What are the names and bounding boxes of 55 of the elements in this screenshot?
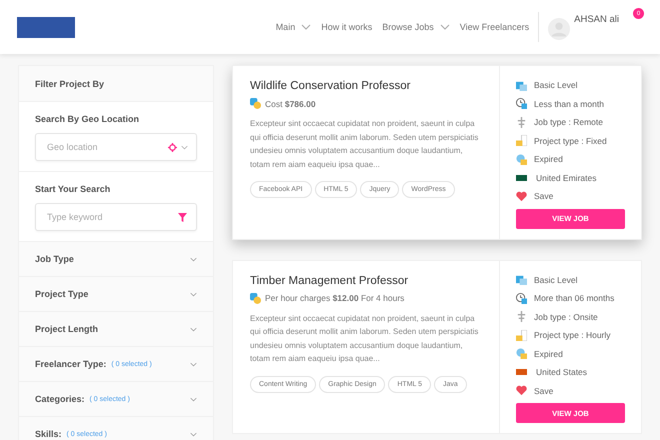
job-detail: Project type : Hourly (534, 330, 611, 340)
job-detail: Basic Level (534, 274, 578, 285)
job-detail: Less than a month (534, 98, 604, 109)
clock-icon (516, 292, 527, 304)
clock-icon (516, 154, 527, 165)
chevron-down-icon (190, 326, 197, 332)
chevron-down-icon (181, 145, 188, 150)
filter-icon (178, 213, 187, 222)
coins-icon (250, 98, 261, 109)
job-description: Excepteur sint occaecat cupidatat non proident, saeunt in culpa qui officia deserunt mollit anim laborum. Seden utem perspiciatis undesieu omnis voluptatem accusantium doque laudantium, totam rem aiam eaqueiu ipsa quae... (250, 312, 480, 365)
filter-row[interactable]: Project Length (19, 312, 213, 347)
nav-link[interactable]: View Freelancers (460, 22, 530, 32)
heart-icon (516, 190, 527, 202)
save-link[interactable]: Save (534, 386, 554, 396)
nav-link[interactable]: Main (276, 22, 312, 32)
job-detail: More than 06 months (534, 293, 614, 304)
heart-icon (516, 385, 527, 396)
section-label: Search By Geo Location (35, 114, 140, 124)
chevron-down-icon (190, 256, 197, 262)
panel-title: Filter Project By (19, 66, 213, 102)
briefcase-icon (516, 274, 527, 286)
job-title[interactable]: Timber Management Professor (250, 274, 482, 286)
job-detail: United Emirates (536, 172, 596, 183)
job-detail: Expired (534, 154, 563, 164)
job-detail: Expired (534, 348, 563, 359)
filter-row[interactable]: Job Type (19, 242, 213, 277)
nav-link[interactable]: How it works (321, 22, 372, 32)
logo[interactable] (17, 16, 75, 38)
user-name[interactable]: AHSAN ali (574, 14, 619, 25)
folder-icon (516, 135, 527, 146)
job-detail: Project type : Fixed (534, 136, 607, 146)
clock-icon (516, 98, 527, 110)
job-detail: Basic Level (534, 80, 578, 90)
folder-icon (516, 330, 527, 341)
save-link[interactable]: Save (534, 191, 554, 202)
nav-link[interactable]: Browse Jobs (382, 22, 450, 32)
job-price: Cost $786.00 (265, 98, 316, 108)
chevron-down-icon (190, 292, 197, 296)
briefcase-icon (516, 80, 527, 91)
chevron-down-icon (190, 396, 197, 402)
coins-icon (250, 292, 261, 304)
job-detail: Job type : Remote (534, 117, 603, 128)
job-description: Excepteur sint occaecat cupidatat non proident, saeunt in culpa qui officia deserunt mollit anim laborum. Seden utem perspiciatis undesieu omnis voluptatem accusantium doque laudantium, totam rem aiam eaqueiu ipsa quae... (250, 118, 480, 171)
job-detail: Job type : Onsite (534, 312, 598, 322)
job-title[interactable]: Wildlife Conservation Professor (250, 80, 482, 92)
geo-location-field[interactable]: Geo location (35, 133, 197, 161)
chevron-down-icon (190, 362, 197, 366)
clock-icon (516, 348, 527, 360)
crosshair-icon (168, 143, 177, 152)
chevron-down-icon (190, 432, 197, 436)
job-price: Per hour charges $12.00 For 4 hours (265, 293, 404, 303)
job-detail: United States (536, 367, 588, 378)
section-label: Start Your Search (35, 184, 112, 194)
keyword-field[interactable]: Type keyword (35, 203, 197, 231)
filter-row[interactable]: Project Type (19, 277, 213, 312)
